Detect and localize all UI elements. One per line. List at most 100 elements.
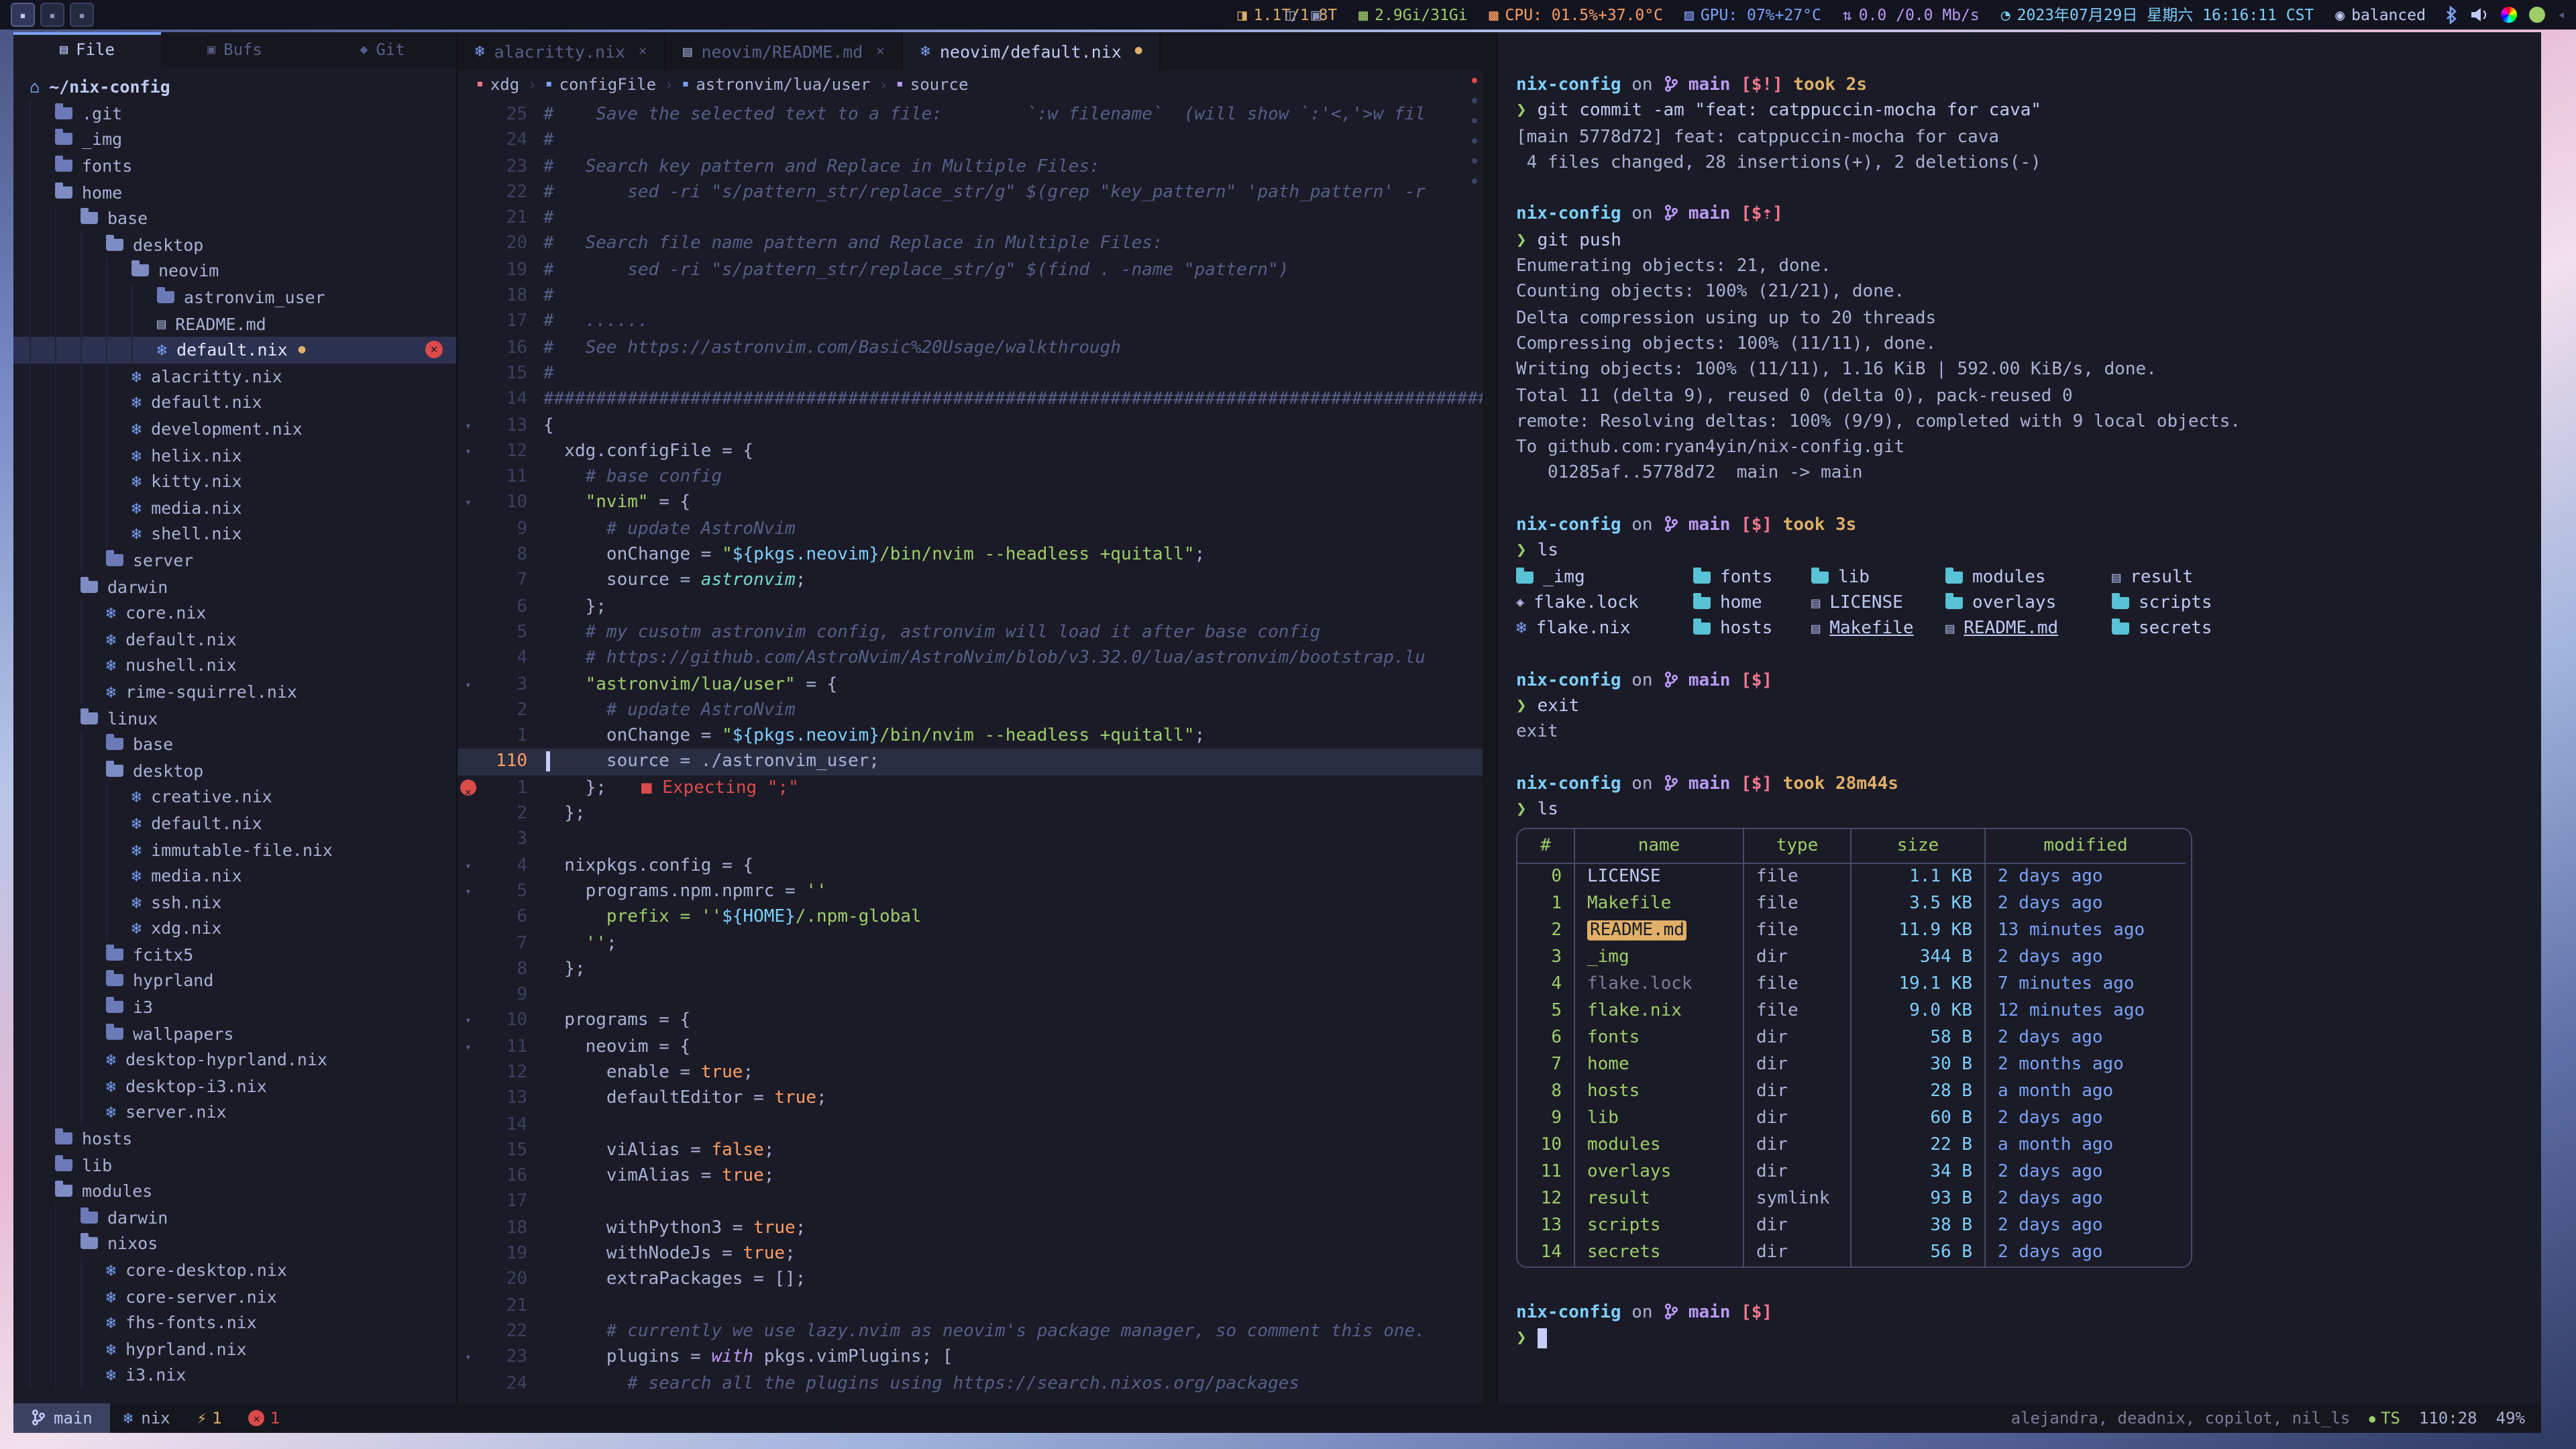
tree-item[interactable]: ❄ssh.nix [13,889,456,915]
code-line[interactable]: ▾3 "astronvim/lua/user" = { [458,672,1483,698]
explorer-tab-bufs[interactable]: ▣Bufs [161,32,309,67]
tree-item[interactable]: hosts [13,1126,456,1152]
code-line[interactable]: 14######################################… [458,387,1483,413]
tree-item[interactable]: ❄i3.nix [13,1362,456,1388]
code-line[interactable]: 6 }; [458,594,1483,620]
tree-item[interactable]: ❄media.nix [13,863,456,889]
tree-item[interactable]: fcitx5 [13,941,456,967]
code-line[interactable]: 19# sed -ri "s/pattern_str/replace_str/g… [458,258,1483,284]
volume-icon[interactable] [2470,7,2489,23]
tree-item[interactable]: wallpapers [13,1020,456,1046]
code-line[interactable]: ▾10 "nvim" = { [458,490,1483,517]
power-menu-icon[interactable] [2529,7,2545,23]
code-line[interactable]: 110 source = ./astronvim_user; [458,749,1483,775]
code-line[interactable]: ✕1 };■ Expecting ";" [458,775,1483,801]
code-line[interactable]: 15# [458,361,1483,387]
tree-item[interactable]: darwin [13,1204,456,1230]
tree-item[interactable]: _img [13,126,456,152]
code-line[interactable]: ▾5 programs.npm.npmrc = '' [458,879,1483,905]
tree-item[interactable]: ❄kitty.nix [13,468,456,494]
code-line[interactable]: 6 prefix = ''${HOME}/.npm-global [458,904,1483,930]
tree-item[interactable]: ❄rime-squirrel.nix [13,678,456,704]
tree-item[interactable]: ❄core-server.nix [13,1283,456,1309]
code-line[interactable]: 20 extraPackages = []; [458,1267,1483,1293]
code-line[interactable]: 7 ''; [458,930,1483,957]
code-line[interactable]: 16 vimAlias = true; [458,1163,1483,1189]
tree-item[interactable]: astronvim_user [13,284,456,311]
code-line[interactable]: 7 source = astronvim; [458,568,1483,594]
tree-item[interactable]: desktop [13,231,456,258]
code-line[interactable]: 16# See https://astronvim.com/Basic%20Us… [458,335,1483,361]
terminal-command[interactable]: ❯ [1516,1326,2541,1352]
tree-item[interactable]: ❄xdg.nix [13,915,456,941]
tree-item[interactable]: ❄nushell.nix [13,652,456,678]
code-line[interactable]: ▾23 plugins = with pkgs.vimPlugins; [ [458,1345,1483,1371]
tree-item[interactable]: neovim [13,258,456,284]
tree-item[interactable]: modules [13,1178,456,1204]
code-line[interactable]: 3 [458,827,1483,853]
tree-item[interactable]: nixos [13,1230,456,1256]
tree-item[interactable]: ❄desktop-hyprland.nix [13,1046,456,1073]
code-line[interactable]: 1 onChange = "${pkgs.neovim}/bin/nvim --… [458,723,1483,749]
code-line[interactable]: ▾4 nixpkgs.config = { [458,853,1483,879]
tree-item[interactable]: ❄hyprland.nix [13,1336,456,1362]
code-line[interactable]: 8 }; [458,957,1483,983]
tab-close-icon[interactable]: ✕ [639,44,647,58]
code-line[interactable]: 17# ...... [458,309,1483,335]
code-line[interactable]: 5 # my cusotm astronvim config, astronvi… [458,620,1483,646]
tree-item[interactable]: ❄default.nix [13,389,456,415]
editor-tab[interactable]: ▤neovim/README.md✕ [665,32,903,70]
tree-item[interactable]: server [13,547,456,573]
tree-item[interactable]: .git [13,100,456,126]
editor-tab[interactable]: ❄alacritty.nix✕ [458,32,665,70]
code-line[interactable]: 21# [458,205,1483,231]
tree-item[interactable]: base [13,731,456,757]
tray-collapse-icon[interactable]: ◂ [2557,7,2565,22]
code-line[interactable]: 24# [458,128,1483,154]
code-line[interactable]: 22 # currently we use lazy.nvim as neovi… [458,1319,1483,1345]
tree-item[interactable]: home [13,179,456,205]
statusline-branch[interactable]: main [13,1403,110,1433]
tree-item[interactable]: desktop [13,757,456,784]
code-line[interactable]: 12 enable = true; [458,1060,1483,1086]
tree-item[interactable]: ❄default.nix [13,810,456,836]
bluetooth-icon[interactable] [2445,5,2458,24]
code-line[interactable]: 2 # update AstroNvim [458,698,1483,724]
code-line[interactable]: 17 [458,1189,1483,1216]
code-line[interactable]: 22# sed -ri "s/pattern_str/replace_str/g… [458,180,1483,206]
explorer-tab-file[interactable]: ▤File [13,32,161,67]
tree-item[interactable]: ❄fhs-fonts.nix [13,1309,456,1336]
code-line[interactable]: 18# [458,283,1483,309]
code-line[interactable]: 11 # base config [458,464,1483,490]
tree-item[interactable]: linux [13,705,456,731]
tree-item[interactable]: base [13,205,456,231]
tree-item[interactable]: ❄helix.nix [13,442,456,468]
tree-item[interactable]: ❄media.nix [13,494,456,521]
color-wheel-icon[interactable] [2501,7,2517,23]
tree-item[interactable]: ❄core.nix [13,600,456,626]
code-line[interactable]: 9 [458,982,1483,1008]
tree-item[interactable]: ❄creative.nix [13,784,456,810]
code-line[interactable]: ▾10 programs = { [458,1008,1483,1034]
code-line[interactable]: 8 onChange = "${pkgs.neovim}/bin/nvim --… [458,542,1483,568]
code-line[interactable]: 15 viAlias = false; [458,1138,1483,1164]
tree-item[interactable]: ❄core-desktop.nix [13,1256,456,1283]
explorer-tab-git[interactable]: ◆Git [309,32,456,67]
tree-item[interactable]: ❄immutable-file.nix [13,836,456,862]
code-line[interactable]: 9 # update AstroNvim [458,517,1483,543]
tree-item[interactable]: darwin [13,574,456,600]
code-line[interactable]: 4 # https://github.com/AstroNvim/AstroNv… [458,645,1483,672]
pane-separator[interactable] [1483,32,1497,1403]
tree-item[interactable]: lib [13,1152,456,1178]
code-line[interactable]: 14 [458,1112,1483,1138]
code-line[interactable]: 23# Search key pattern and Replace in Mu… [458,154,1483,180]
tree-item[interactable]: ❄desktop-i3.nix [13,1073,456,1099]
workspace-app-icon-3[interactable]: ▪ [70,3,94,27]
code-line[interactable]: 25# Save the selected text to a file: `:… [458,102,1483,128]
tree-item[interactable]: fonts [13,153,456,179]
tree-item[interactable]: ❄development.nix [13,415,456,441]
code-line[interactable]: ▾13{ [458,413,1483,439]
editor-tab[interactable]: ❄neovim/default.nix● [903,32,1161,70]
tree-item[interactable]: ❄server.nix [13,1099,456,1125]
code-line[interactable]: ▾12 xdg.configFile = { [458,439,1483,465]
